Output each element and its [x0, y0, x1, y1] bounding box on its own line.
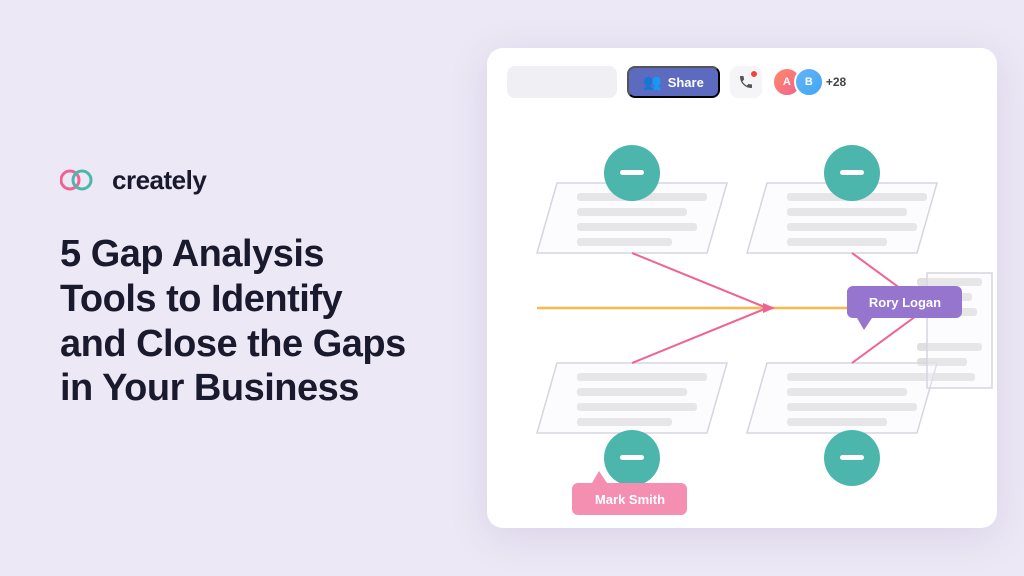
minus-top-right: [840, 170, 864, 175]
canvas-card: 👥 Share A B +28: [487, 48, 997, 528]
logo-icon: [60, 166, 102, 194]
arrow-bottom-left: [632, 308, 767, 363]
minus-top-left: [620, 170, 644, 175]
mark-smith-arrow: [592, 471, 607, 483]
left-panel: creately 5 Gap Analysis Tools to Identif…: [0, 115, 460, 461]
rory-logan-label: Rory Logan: [869, 295, 941, 310]
search-bar[interactable]: [507, 66, 617, 98]
minus-bottom-left: [620, 455, 644, 460]
arrow-head-center-left: [763, 303, 775, 313]
mark-smith-label: Mark Smith: [595, 492, 665, 507]
arrow-top-left: [632, 253, 767, 308]
toolbar: 👥 Share A B +28: [507, 66, 977, 98]
page-headline: 5 Gap Analysis Tools to Identify and Clo…: [60, 232, 410, 411]
share-label: Share: [668, 75, 704, 90]
share-button[interactable]: 👥 Share: [627, 66, 720, 98]
call-active-dot: [750, 70, 758, 78]
logo-area: creately: [60, 165, 410, 196]
avatars-group: A B +28: [772, 67, 846, 97]
bottom-right-parallelogram: [747, 363, 937, 433]
minus-bottom-right: [840, 455, 864, 460]
rory-logan-arrow: [857, 318, 872, 330]
right-panel: 👥 Share A B +28: [460, 0, 1024, 576]
share-icon: 👥: [643, 73, 662, 91]
avatar-2: B: [794, 67, 824, 97]
bottom-left-parallelogram: [537, 363, 727, 433]
diagram-svg: Mark Smith Rory Logan: [487, 48, 997, 528]
call-button[interactable]: [730, 66, 762, 98]
avatars-count: +28: [826, 75, 846, 89]
logo-text: creately: [112, 165, 206, 196]
